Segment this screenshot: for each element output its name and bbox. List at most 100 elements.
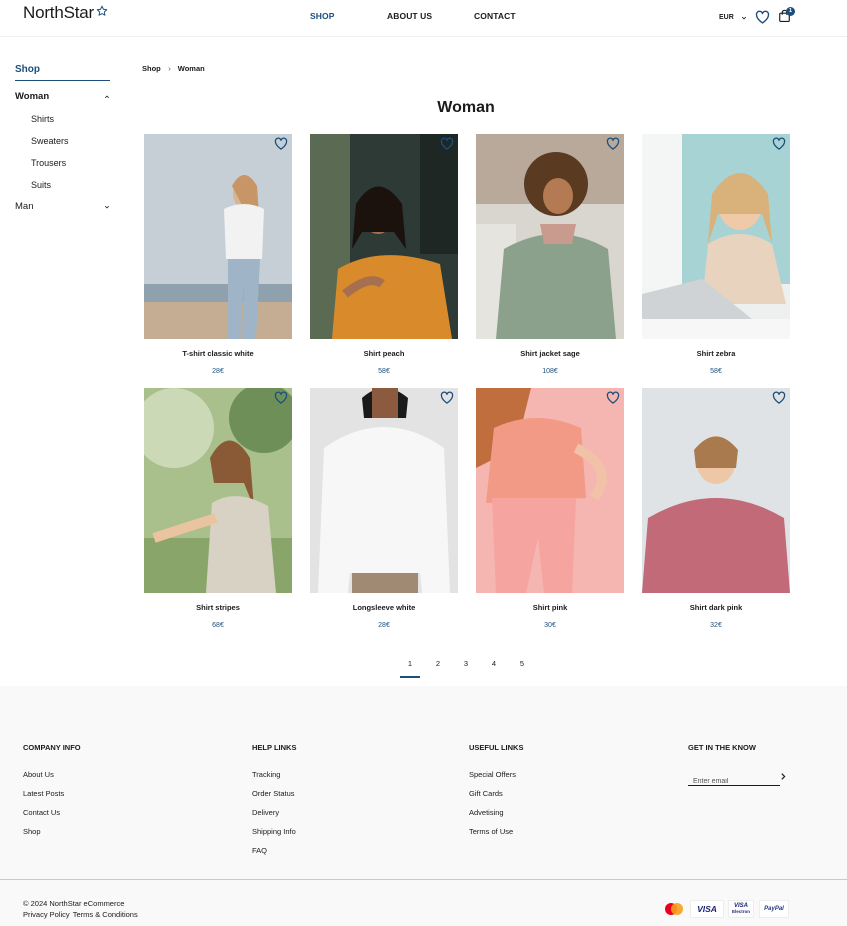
product-photo[interactable] xyxy=(310,134,458,339)
product-price: 28€ xyxy=(212,368,224,375)
footer-link[interactable]: About Us xyxy=(23,770,54,779)
currency-selector[interactable]: EUR xyxy=(719,14,747,21)
sidebar-item-sweaters[interactable]: Sweaters xyxy=(31,136,69,146)
copyright: © 2024 NorthStar eCommerce xyxy=(23,899,125,908)
heart-icon[interactable] xyxy=(274,137,288,150)
heart-icon[interactable] xyxy=(606,137,620,150)
heart-icon[interactable] xyxy=(772,391,786,404)
footer-link[interactable]: FAQ xyxy=(252,846,267,855)
product-photo[interactable] xyxy=(642,134,790,339)
page-title: Woman xyxy=(437,99,495,116)
product-card[interactable]: Shirt dark pink 32€ xyxy=(642,388,790,629)
heart-icon[interactable] xyxy=(606,391,620,404)
chevron-right-icon[interactable] xyxy=(779,772,787,781)
product-image xyxy=(144,388,292,593)
page-2[interactable]: 2 xyxy=(428,659,448,668)
legal-links: Privacy Policy Terms & Conditions xyxy=(23,910,138,919)
current-page-indicator xyxy=(400,676,420,678)
product-image xyxy=(642,388,790,593)
visa-electron-sub: Electron xyxy=(731,909,750,915)
logo-text: NorthStar xyxy=(23,3,94,22)
footer-link[interactable]: Shop xyxy=(23,827,41,836)
sidebar-item-suits[interactable]: Suits xyxy=(31,180,51,190)
product-name[interactable]: Shirt pink xyxy=(476,603,624,612)
footer-link[interactable]: Latest Posts xyxy=(23,789,64,798)
sidebar-category-label: Woman xyxy=(15,91,50,102)
visa-icon: VISA xyxy=(690,900,724,918)
product-name[interactable]: Shirt dark pink xyxy=(642,603,790,612)
page-1[interactable]: 1 xyxy=(400,659,420,668)
footer-link[interactable]: Contact Us xyxy=(23,808,60,817)
sidebar-item-trousers[interactable]: Trousers xyxy=(31,158,66,168)
product-photo[interactable] xyxy=(642,388,790,593)
star-icon xyxy=(96,5,108,16)
footer-link[interactable]: Shipping Info xyxy=(252,827,296,836)
product-photo[interactable] xyxy=(476,388,624,593)
product-price: 68€ xyxy=(212,622,224,629)
terms-link[interactable]: Terms & Conditions xyxy=(73,910,138,919)
breadcrumb-shop[interactable]: Shop xyxy=(142,64,161,73)
product-photo[interactable] xyxy=(144,388,292,593)
heart-icon[interactable] xyxy=(772,137,786,150)
nav-shop[interactable]: SHOP xyxy=(310,11,335,21)
chevron-down-icon xyxy=(741,16,746,19)
product-name[interactable]: Shirt stripes xyxy=(144,603,292,612)
product-card[interactable]: T-shirt classic white 28€ xyxy=(144,134,292,375)
page-3[interactable]: 3 xyxy=(456,659,476,668)
product-card[interactable]: Shirt jacket sage 108€ xyxy=(476,134,624,375)
product-name[interactable]: Shirt peach xyxy=(310,349,458,358)
sidebar-category-woman[interactable]: Woman xyxy=(15,91,110,102)
product-image xyxy=(642,134,790,339)
product-name[interactable]: Shirt zebra xyxy=(642,349,790,358)
product-photo[interactable] xyxy=(144,134,292,339)
breadcrumb-woman[interactable]: Woman xyxy=(178,64,205,73)
product-price: 32€ xyxy=(710,622,722,629)
site-footer xyxy=(0,686,847,926)
product-price: 30€ xyxy=(544,622,556,629)
visa-electron-icon: VISA Electron xyxy=(728,900,754,918)
footer-heading-company-info: COMPANY INFO xyxy=(23,743,81,752)
footer-link[interactable]: Terms of Use xyxy=(469,827,513,836)
cart-count-badge: 1 xyxy=(786,7,795,16)
footer-link[interactable]: Delivery xyxy=(252,808,279,817)
sidebar-item-shirts[interactable]: Shirts xyxy=(31,114,54,124)
footer-link[interactable]: Gift Cards xyxy=(469,789,503,798)
product-name[interactable]: T-shirt classic white xyxy=(144,349,292,358)
footer-link[interactable]: Advetising xyxy=(469,808,504,817)
logo[interactable]: NorthStar xyxy=(23,3,108,23)
product-image xyxy=(144,134,292,339)
product-card[interactable]: Longsleeve white 28€ xyxy=(310,388,458,629)
product-price: 108€ xyxy=(542,368,558,375)
nav-contact[interactable]: CONTACT xyxy=(474,11,516,21)
heart-icon[interactable] xyxy=(440,137,454,150)
product-image xyxy=(310,134,458,339)
newsletter-email-input[interactable] xyxy=(688,774,780,789)
footer-link[interactable]: Tracking xyxy=(252,770,280,779)
wishlist-heart-icon[interactable] xyxy=(755,10,770,24)
currency-value: EUR xyxy=(719,14,734,21)
chevron-down-icon xyxy=(104,205,110,208)
nav-about-us[interactable]: ABOUT US xyxy=(387,11,432,21)
product-price: 58€ xyxy=(378,368,390,375)
page-4[interactable]: 4 xyxy=(484,659,504,668)
product-card[interactable]: Shirt pink 30€ xyxy=(476,388,624,629)
heart-icon[interactable] xyxy=(274,391,288,404)
product-price: 28€ xyxy=(378,622,390,629)
product-photo[interactable] xyxy=(310,388,458,593)
privacy-policy-link[interactable]: Privacy Policy xyxy=(23,910,70,919)
product-name[interactable]: Longsleeve white xyxy=(310,603,458,612)
sidebar-title[interactable]: Shop xyxy=(15,64,110,81)
product-image xyxy=(476,388,624,593)
footer-link[interactable]: Special Offers xyxy=(469,770,516,779)
product-card[interactable]: Shirt peach 58€ xyxy=(310,134,458,375)
sidebar-category-man[interactable]: Man xyxy=(15,201,110,212)
product-photo[interactable] xyxy=(476,134,624,339)
product-card[interactable]: Shirt stripes 68€ xyxy=(144,388,292,629)
page-5[interactable]: 5 xyxy=(512,659,532,668)
footer-link[interactable]: Order Status xyxy=(252,789,295,798)
product-name[interactable]: Shirt jacket sage xyxy=(476,349,624,358)
product-card[interactable]: Shirt zebra 58€ xyxy=(642,134,790,375)
heart-icon[interactable] xyxy=(440,391,454,404)
mastercard-icon xyxy=(665,903,683,915)
footer-heading-useful-links: USEFUL LINKS xyxy=(469,743,524,752)
